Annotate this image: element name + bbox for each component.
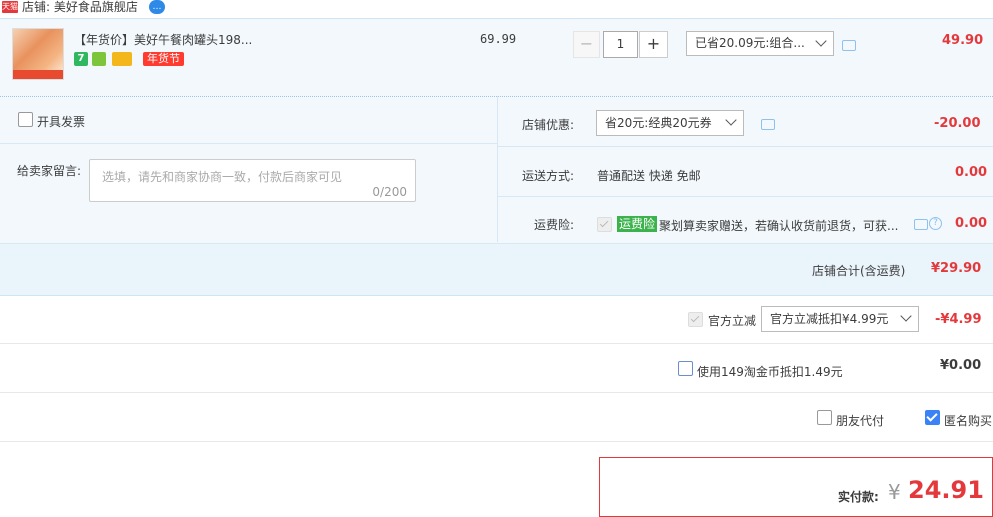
insurance-checkbox [597,217,612,232]
item-promo-value: 已省20.09元:组合... [695,36,805,50]
platform-discount-label: 官方立减 [708,314,757,328]
quantity-increase-button[interactable]: + [639,31,668,58]
chat-bubble-icon[interactable]: … [149,0,165,14]
unit-price: 69.99 [480,32,517,46]
panel-divider [497,96,498,242]
shop-discount-amount: -20.00 [934,116,981,131]
char-counter: 0/200 [372,185,407,199]
insurance-text: 聚划算卖家赠送，若确认收货前退货，可获... [659,219,899,233]
shop-coupon-select[interactable]: 省20元:经典20元券 [596,110,744,136]
message-icon[interactable] [761,119,775,130]
insurance-label: 运费险: [534,218,575,232]
leaf-badge-icon[interactable] [92,52,106,66]
row-separator [0,392,993,393]
coins-label: 使用149淘金币抵扣1.49元 [697,365,843,379]
invoice-label: 开具发票 [37,115,86,129]
platform-discount-checkbox [688,312,703,327]
payment-label: 实付款: [838,490,879,504]
coins-amount: ¥0.00 [940,358,982,373]
platform-discount-value: 官方立减抵扣¥4.99元 [770,312,889,326]
shipping-value: 普通配送 快递 免邮 [597,169,701,183]
chevron-down-icon [815,35,827,47]
shop-name-link[interactable]: 店铺: 美好食品旗舰店 [22,0,138,14]
row-separator [0,441,993,442]
row-separator [0,343,993,344]
message-icon[interactable] [842,40,856,51]
chevron-down-icon [725,114,737,126]
left-divider [0,143,497,144]
item-subtotal: 49.90 [942,33,984,48]
payment-currency: ¥ [888,480,901,504]
shop-total-label: 店铺合计(含运费) [812,264,906,278]
insurance-amount: 0.00 [955,216,988,231]
coins-checkbox[interactable] [678,361,693,376]
payment-summary-box: 实付款: ¥ 24.91 [599,457,993,517]
platform-discount-select[interactable]: 官方立减抵扣¥4.99元 [761,306,919,332]
shop-header: 天猫 店铺: 美好食品旗舰店 … [0,0,993,16]
tmall-logo: 天猫 [2,1,18,13]
product-thumbnail[interactable] [12,28,64,80]
anonymous-label: 匿名购买 [944,414,993,428]
quantity-input[interactable]: 1 [603,31,638,58]
right-divider-1 [497,146,993,147]
chevron-down-icon [900,310,912,322]
payment-amount: 24.91 [908,476,984,504]
shop-total-amount: ¥29.90 [931,261,982,276]
item-promo-select[interactable]: 已省20.09元:组合... [686,31,834,56]
shop-coupon-value: 省20元:经典20元券 [605,116,712,130]
thumbnail-price-band [13,70,63,79]
festival-tag: 年货节 [143,52,184,66]
friend-pay-checkbox[interactable] [817,410,832,425]
seller-message-textarea[interactable]: 选填，请先和商家协商一致，付款后商家可见 0/200 [89,159,416,202]
help-icon[interactable]: ? [929,217,942,230]
shipping-amount: 0.00 [955,165,988,180]
card-payment-icon[interactable] [112,52,132,66]
message-label: 给卖家留言: [17,164,82,178]
friend-pay-label: 朋友代付 [836,414,885,428]
invoice-checkbox[interactable] [18,112,33,127]
anonymous-checkbox[interactable] [925,410,940,425]
quantity-decrease-button[interactable]: − [573,31,600,58]
message-icon[interactable] [914,219,928,230]
platform-discount-amount: -¥4.99 [935,312,982,327]
seven-day-return-icon[interactable]: 7 [74,52,88,66]
insurance-tag: 运费险 [617,216,658,232]
right-divider-2 [497,196,993,197]
textarea-placeholder: 选填，请先和商家协商一致，付款后商家可见 [102,170,343,184]
shipping-label: 运送方式: [522,169,575,183]
shop-discount-label: 店铺优惠: [522,118,575,132]
product-title-link[interactable]: 【年货价】美好午餐肉罐头198... [74,32,252,48]
